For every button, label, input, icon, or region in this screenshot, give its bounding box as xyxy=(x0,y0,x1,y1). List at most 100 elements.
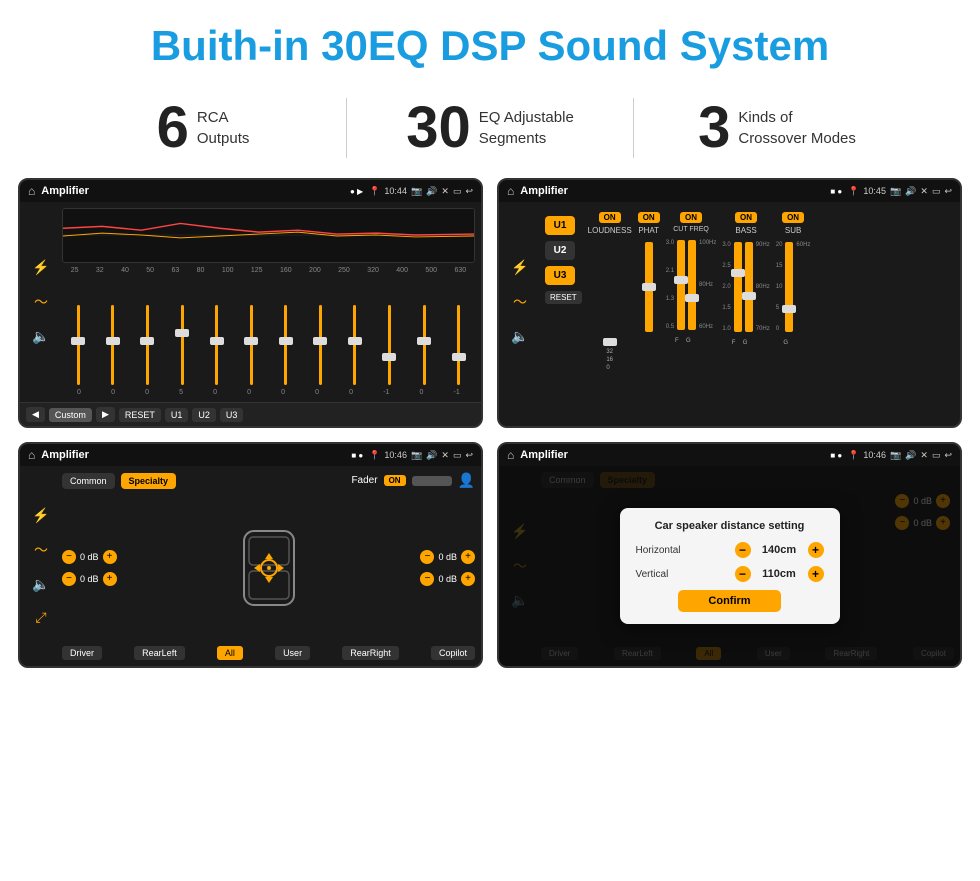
bass-label: BASS xyxy=(735,226,756,235)
cx-u2-btn[interactable]: U2 xyxy=(545,241,575,260)
eq-u1-btn[interactable]: U1 xyxy=(165,408,189,422)
tr-minus[interactable]: − xyxy=(420,550,434,564)
eq-prev-btn[interactable]: ◀ xyxy=(26,407,45,422)
cutfreq-on-badge: ON xyxy=(680,212,702,223)
specialty-tab[interactable]: Specialty xyxy=(121,473,177,489)
eq-back-icon: ↩ xyxy=(465,186,473,197)
fd-filter-icon[interactable]: ⚡ xyxy=(32,507,49,524)
eq-slider-1[interactable] xyxy=(77,305,80,385)
eq-u3-btn[interactable]: U3 xyxy=(220,408,244,422)
cx-u1-btn[interactable]: U1 xyxy=(545,216,575,235)
stat-crossover: 3 Kinds of Crossover Modes xyxy=(634,99,920,157)
eq-slider-9[interactable] xyxy=(353,305,356,385)
copilot-btn[interactable]: Copilot xyxy=(431,646,475,660)
bass-slider-f[interactable]: F xyxy=(734,242,742,332)
stat-number-crossover: 3 xyxy=(698,99,730,157)
cutfreq-slider-f[interactable]: F xyxy=(677,240,685,330)
tl-plus[interactable]: + xyxy=(103,550,117,564)
phat-slider[interactable] xyxy=(645,242,653,332)
cx-u3-btn[interactable]: U3 xyxy=(545,266,575,285)
crossover-status-icons: 📍 10:45 📷🔊✕▭↩ xyxy=(848,186,952,197)
eq-slider-11[interactable] xyxy=(423,305,426,385)
vertical-minus[interactable]: − xyxy=(735,566,751,582)
br-minus[interactable]: − xyxy=(420,572,434,586)
eq-slider-4[interactable] xyxy=(181,305,184,385)
eq-slider-5[interactable] xyxy=(215,305,218,385)
eq-slider-8[interactable] xyxy=(319,305,322,385)
crossover-app-name: Amplifier xyxy=(520,185,824,197)
fader-on-badge: ON xyxy=(384,475,406,486)
common-tab[interactable]: Common xyxy=(62,473,115,489)
confirm-button[interactable]: Confirm xyxy=(678,590,780,612)
sub-slider-g[interactable]: G xyxy=(785,242,793,332)
driver-btn[interactable]: Driver xyxy=(62,646,102,660)
eq-slider-6[interactable] xyxy=(250,305,253,385)
vertical-plus[interactable]: + xyxy=(808,566,824,582)
horizontal-plus[interactable]: + xyxy=(808,542,824,558)
stat-text-rca: RCA Outputs xyxy=(197,107,250,149)
crossover-home-icon: ⌂ xyxy=(507,184,514,198)
cx-wave-icon[interactable]: 〜 xyxy=(513,292,527,312)
horizontal-value: 140cm xyxy=(757,544,802,556)
all-btn[interactable]: All xyxy=(217,646,243,660)
eq-sliders-row[interactable] xyxy=(62,278,475,385)
fader-content: Common Specialty Fader ON 👤 − 0 dB + xyxy=(62,472,475,660)
fader-h-sliders[interactable] xyxy=(412,476,452,486)
eq-app-name: Amplifier xyxy=(41,185,344,197)
dialog-home-icon: ⌂ xyxy=(507,448,514,462)
speaker-br: − 0 dB + xyxy=(420,572,475,586)
speaker-tl: − 0 dB + xyxy=(62,550,117,564)
eq-filter-icon[interactable]: ⚡ xyxy=(32,259,49,276)
eq-slider-2[interactable] xyxy=(111,305,114,385)
fader-screenshot: ⌂ Amplifier ■ ● 📍 10:46 📷🔊✕▭↩ ⚡ 〜 🔈 ⤢ Co… xyxy=(18,442,483,668)
fader-dot-icons: ■ ● xyxy=(351,451,363,460)
fd-wave-icon[interactable]: 〜 xyxy=(34,540,48,560)
bass-slider-g[interactable]: G xyxy=(745,242,753,332)
eq-reset-btn[interactable]: RESET xyxy=(119,408,161,422)
cx-reset-btn[interactable]: RESET xyxy=(545,291,582,304)
tr-plus[interactable]: + xyxy=(461,550,475,564)
eq-slider-12[interactable] xyxy=(457,305,460,385)
fader-bottom-buttons: Driver RearLeft All User RearRight Copil… xyxy=(62,646,475,660)
loudness-slider[interactable] xyxy=(606,238,614,338)
eq-x-icon: ✕ xyxy=(441,186,449,197)
vertical-value: 110cm xyxy=(757,568,802,580)
eq-play-btn[interactable]: ▶ xyxy=(96,407,115,422)
cutfreq-slider-g[interactable]: G xyxy=(688,240,696,330)
fader-app-name: Amplifier xyxy=(41,449,345,461)
bl-plus[interactable]: + xyxy=(103,572,117,586)
camera-icon: 📷 xyxy=(411,186,422,197)
dialog-app-name: Amplifier xyxy=(520,449,824,461)
eq-sidebar: ⚡ 〜 🔈 xyxy=(26,208,56,396)
eq-preset-btn[interactable]: Custom xyxy=(49,408,92,422)
fd-speaker-icon[interactable]: 🔈 xyxy=(32,576,49,593)
eq-bottom-bar: ◀ Custom ▶ RESET U1 U2 U3 xyxy=(20,402,481,426)
fd-expand-icon[interactable]: ⤢ xyxy=(35,609,46,626)
cx-filter-icon[interactable]: ⚡ xyxy=(511,259,528,276)
eq-u2-btn[interactable]: U2 xyxy=(192,408,216,422)
bl-minus[interactable]: − xyxy=(62,572,76,586)
eq-speaker-icon[interactable]: 🔈 xyxy=(32,328,49,345)
user-btn[interactable]: User xyxy=(275,646,310,660)
eq-slider-10[interactable] xyxy=(388,305,391,385)
eq-wave-icon[interactable]: 〜 xyxy=(34,292,48,312)
rearright-btn[interactable]: RearRight xyxy=(342,646,399,660)
eq-screenshot: ⌂ Amplifier ● ▶ 📍 10:44 📷 🔊 ✕ ▭ ↩ ⚡ 〜 🔈 xyxy=(18,178,483,428)
eq-value-labels: 000500 000-10-1 xyxy=(62,389,475,396)
eq-slider-7[interactable] xyxy=(284,305,287,385)
loudness-control: ON LOUDNESS 4832160 xyxy=(588,212,632,392)
stat-text-eq: EQ Adjustable Segments xyxy=(479,107,574,149)
page-title: Buith-in 30EQ DSP Sound System xyxy=(0,0,980,88)
eq-slider-3[interactable] xyxy=(146,305,149,385)
rearleft-btn[interactable]: RearLeft xyxy=(134,646,185,660)
stat-text-crossover: Kinds of Crossover Modes xyxy=(738,107,856,149)
dialog-status-bar: ⌂ Amplifier ■ ● 📍 10:46 📷🔊✕▭↩ xyxy=(499,444,960,466)
vertical-stepper: − 110cm + xyxy=(735,566,824,582)
loudness-label: LOUDNESS xyxy=(588,226,632,235)
sub-control: ON SUB 20151050 G 60Hz xyxy=(776,212,811,392)
fader-sidebar: ⚡ 〜 🔈 ⤢ xyxy=(26,472,56,660)
tl-minus[interactable]: − xyxy=(62,550,76,564)
br-plus[interactable]: + xyxy=(461,572,475,586)
cx-speaker-icon[interactable]: 🔈 xyxy=(511,328,528,345)
horizontal-minus[interactable]: − xyxy=(735,542,751,558)
